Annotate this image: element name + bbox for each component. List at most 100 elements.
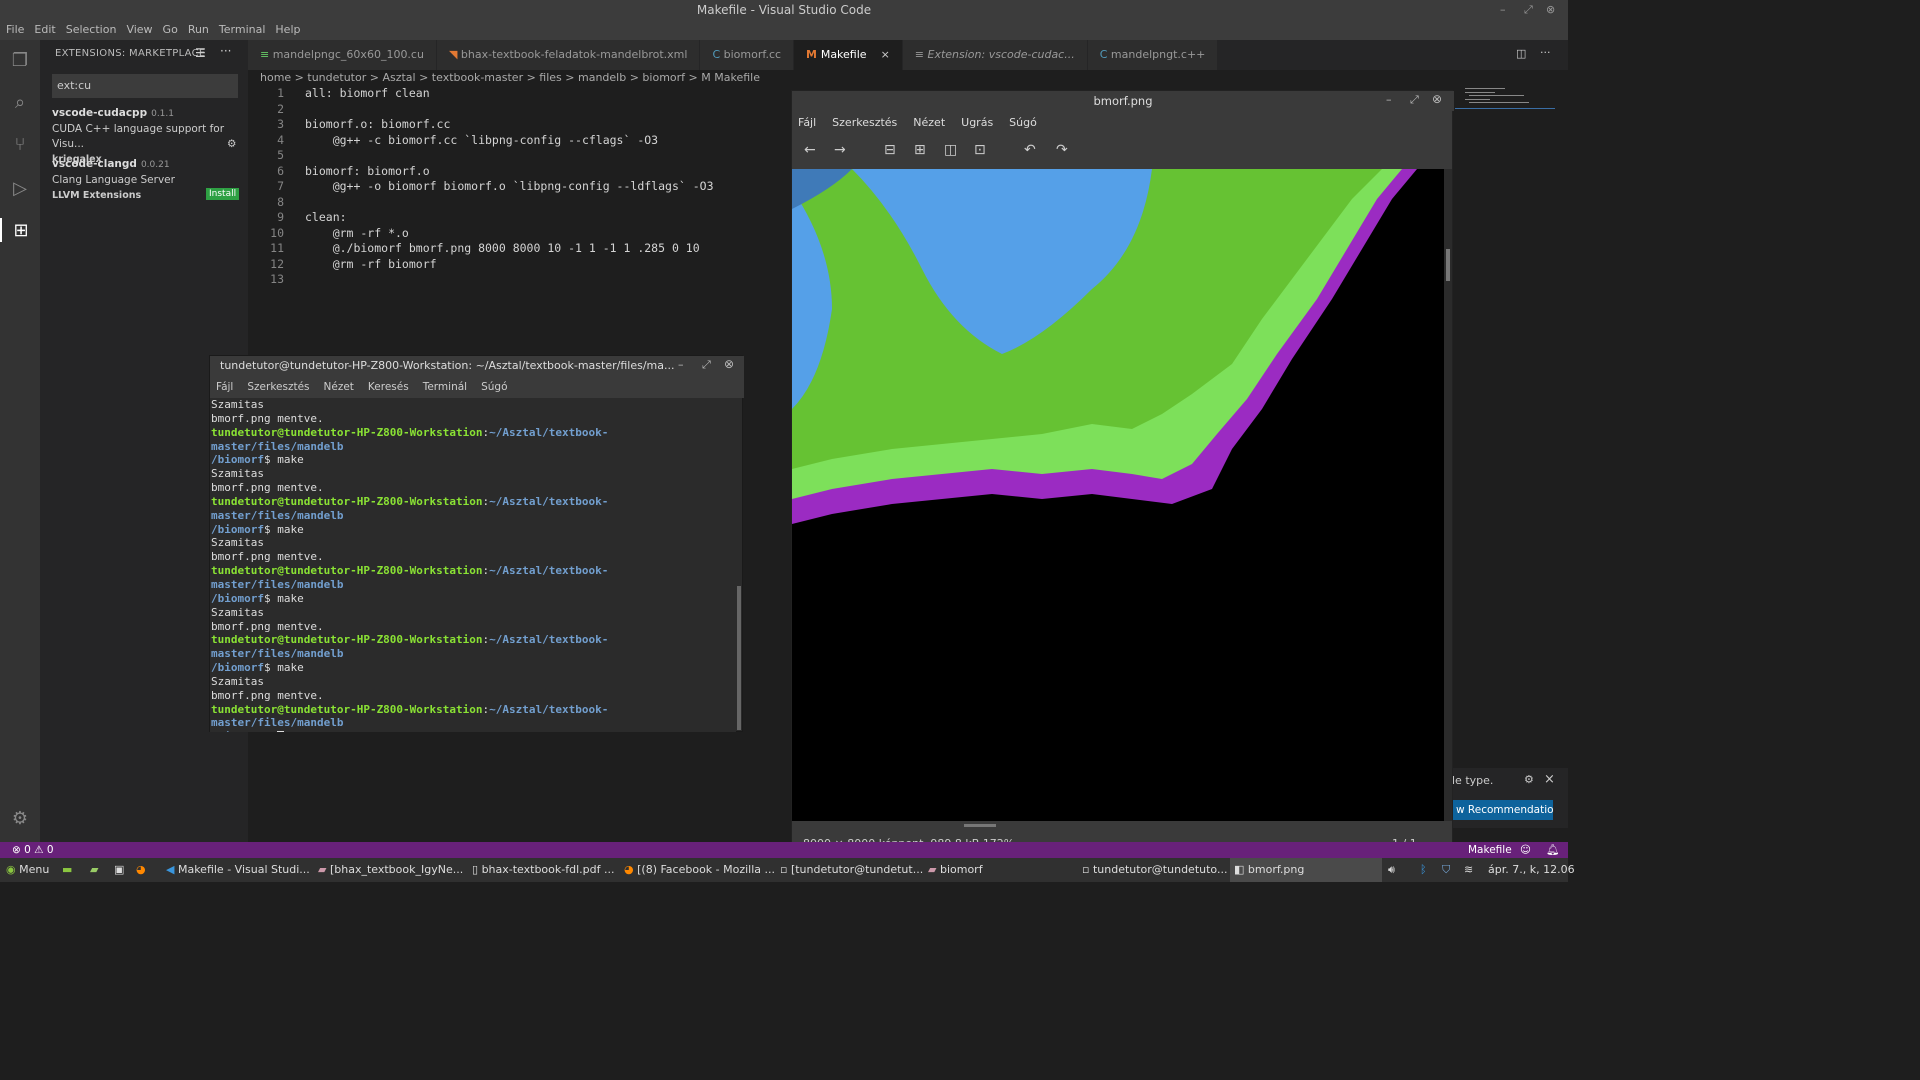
search-icon[interactable]: ⌕ [8, 90, 32, 114]
manage-gear-icon[interactable]: ⚙ [227, 137, 236, 152]
taskbar-item-biomorf[interactable]: ▰ biomorf [928, 858, 983, 882]
cpp-icon: C [712, 48, 724, 61]
notification-gear-icon[interactable]: ⚙ [1524, 773, 1534, 786]
terminal-line: bmorf.png mentve. [211, 412, 736, 426]
more-actions-icon[interactable]: ··· [1540, 46, 1551, 59]
close-tab-icon[interactable]: × [881, 48, 890, 61]
maximize-icon[interactable]: ⤢ [1524, 0, 1533, 20]
tab-mandelpngt[interactable]: C mandelpngt.c++ [1087, 40, 1219, 70]
install-button[interactable]: Install [206, 188, 240, 200]
menu-selection[interactable]: Selection [66, 20, 117, 40]
minimize-icon[interactable]: – [1500, 0, 1506, 20]
viewer-menu-help[interactable]: Súgó [1009, 111, 1037, 135]
source-control-icon[interactable]: ⑂ [8, 132, 32, 156]
tab-extension[interactable]: ≡ Extension: vscode-cudac... [902, 40, 1088, 70]
tab-bhax-xml[interactable]: ◥ bhax-textbook-feladatok-mandelbrot.xml [436, 40, 701, 70]
terminal-output-text: bmorf.png mentve. [211, 550, 324, 564]
viewer-menu-view[interactable]: Nézet [913, 111, 945, 135]
firefox-icon[interactable]: ◕ [136, 858, 146, 882]
taskbar-item-pdf[interactable]: ▯ bhax-textbook-fdl.pdf ... [472, 858, 614, 882]
feedback-icon[interactable]: ☺ [1520, 842, 1531, 858]
extensions-search-input[interactable]: ext:cu [52, 74, 238, 98]
files-icon[interactable]: ▰ [90, 858, 98, 882]
show-desktop-icon[interactable]: ▬ [62, 858, 72, 882]
terminal-launcher-icon[interactable]: ▣ [114, 858, 124, 882]
minimap[interactable] [1455, 86, 1568, 286]
tab-makefile[interactable]: M Makefile × [794, 40, 903, 70]
tab-mandelpngc[interactable]: ≡ mandelpngc_60x60_100.cu [248, 40, 437, 70]
viewer-menu-go[interactable]: Ugrás [961, 111, 993, 135]
taskbar-item-bhax[interactable]: ▰ [bhax_textbook_IgyNe... [318, 858, 463, 882]
rotate-left-icon[interactable]: ↶ [1024, 142, 1036, 158]
terminal-output-text: Szamitas [211, 605, 264, 619]
terminal-output[interactable]: Szamitas bmorf.png mentve. tundetutor@tund… [210, 398, 736, 732]
tab-biomorf-cc[interactable]: C biomorf.cc [700, 40, 795, 70]
terminal-command: make [277, 591, 304, 605]
extension-item-clangd[interactable]: vscode-clangd 0.0.21 Clang Language Serve… [52, 157, 242, 203]
bell-icon[interactable]: 🔔︎ [1546, 842, 1559, 858]
zoom-in-icon[interactable]: ⊞ [914, 142, 926, 158]
viewer-close-icon[interactable]: ⊗ [1432, 92, 1442, 106]
problems-indicator[interactable]: ⊗ 0 ⚠ 0 [12, 842, 54, 858]
terminal-minimize-icon[interactable]: – [678, 358, 684, 371]
viewer-hscrollbar[interactable] [964, 824, 996, 827]
wifi-icon[interactable]: ≋ [1464, 858, 1473, 882]
extensions-icon[interactable]: ⊞ [0, 218, 40, 242]
terminal-menu-file[interactable]: Fájl [216, 376, 233, 398]
run-debug-icon[interactable]: ▷ [8, 176, 32, 200]
viewer-menu-file[interactable]: Fájl [798, 111, 816, 135]
terminal-menu-search[interactable]: Keresés [368, 376, 409, 398]
explorer-icon[interactable]: ❐ [8, 48, 32, 72]
line-number: 5 [277, 148, 284, 162]
extension-description: CUDA C++ language support for Visu... [52, 123, 225, 150]
split-editor-icon[interactable]: ◫ [1516, 47, 1526, 60]
gear-icon[interactable]: ⚙ [8, 806, 32, 830]
rotate-right-icon[interactable]: ↷ [1056, 142, 1068, 158]
zoom-out-icon[interactable]: ⊟ [884, 142, 896, 158]
terminal-line: bmorf.png mentve. [211, 550, 736, 564]
taskbar-item-terminal2[interactable]: ▫ tundetutor@tundetuto... [1082, 858, 1227, 882]
recommendations-button[interactable]: w Recommendations [1452, 800, 1553, 820]
menu-edit[interactable]: Edit [34, 20, 55, 40]
taskbar-item-firefox[interactable]: ◕ [(8) Facebook - Mozilla ... [624, 858, 775, 882]
terminal-menu-view[interactable]: Nézet [324, 376, 354, 398]
menu-file[interactable]: File [6, 20, 24, 40]
menu-run[interactable]: Run [188, 20, 209, 40]
viewer-vscrollbar[interactable] [1444, 169, 1452, 821]
taskbar-item-vscode[interactable]: ◀ Makefile - Visual Studi... [166, 858, 310, 882]
breadcrumb[interactable]: home > tundetutor > Asztal > textbook-ma… [260, 70, 760, 86]
terminal-menu-edit[interactable]: Szerkesztés [247, 376, 309, 398]
viewer-minimize-icon[interactable]: – [1386, 93, 1392, 106]
more-actions-icon[interactable]: ··· [220, 44, 231, 58]
terminal-output-text: Szamitas [211, 674, 264, 688]
menu-terminal[interactable]: Terminal [219, 20, 266, 40]
terminal-menu-help[interactable]: Súgó [481, 376, 507, 398]
volume-icon[interactable]: 🔊︎ [1388, 858, 1395, 882]
terminal-scrollbar[interactable] [737, 586, 741, 730]
zoom-fit-icon[interactable]: ⊡ [974, 142, 986, 158]
filter-icon[interactable]: ☰ [195, 46, 206, 60]
terminal-close-icon[interactable]: ⊗ [724, 357, 734, 371]
menu-go[interactable]: Go [163, 20, 178, 40]
start-menu[interactable]: ◉ Menu [6, 858, 49, 882]
forward-icon[interactable]: → [834, 142, 846, 158]
taskbar-item-bmorf[interactable]: ◧ bmorf.png [1230, 858, 1382, 882]
terminal-maximize-icon[interactable]: ⤢ [702, 358, 711, 372]
code-editor[interactable]: 1 all: biomorf clean 2 3 biomorf.o: biomorf.… [248, 86, 793, 286]
menu-help[interactable]: Help [275, 20, 300, 40]
fractal-image[interactable] [792, 169, 1444, 821]
zoom-normal-icon[interactable]: ◫ [944, 142, 957, 158]
bluetooth-icon[interactable]: ᛒ [1420, 858, 1427, 882]
viewer-menu-edit[interactable]: Szerkesztés [832, 111, 897, 135]
notification-close-icon[interactable]: × [1544, 772, 1555, 787]
viewer-maximize-icon[interactable]: ⤢ [1410, 93, 1419, 107]
back-icon[interactable]: ← [804, 142, 816, 158]
terminal-menu-terminal[interactable]: Terminál [423, 376, 467, 398]
shield-icon[interactable]: ⛉ [1442, 858, 1450, 882]
taskbar-item-terminal1[interactable]: ▫ [tundetutor@tundetut... [780, 858, 923, 882]
clock[interactable]: ápr. 7., k, 12.06 [1488, 858, 1575, 882]
language-mode[interactable]: Makefile [1468, 842, 1512, 858]
line-number: 6 [277, 163, 284, 178]
close-icon[interactable]: ⊗ [1546, 0, 1555, 20]
menu-view[interactable]: View [126, 20, 152, 40]
